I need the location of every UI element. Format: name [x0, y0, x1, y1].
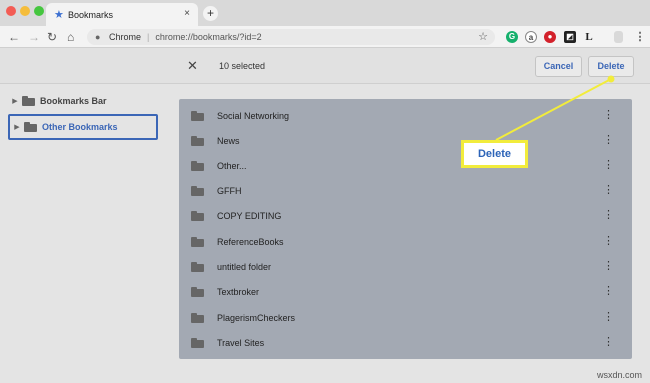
- list-item-name: ReferenceBooks: [217, 236, 284, 247]
- more-icon[interactable]: ⋮: [603, 259, 614, 273]
- home-button[interactable]: ⌂: [67, 30, 74, 44]
- selection-bar: ✕ 10 selected Cancel Delete: [0, 48, 650, 84]
- list-item[interactable]: News ⋮: [179, 128, 632, 153]
- list-item[interactable]: Travel Sites ⋮: [179, 330, 632, 355]
- forward-button[interactable]: →: [28, 30, 40, 44]
- folder-icon: [191, 160, 204, 171]
- more-icon[interactable]: ⋮: [603, 335, 614, 349]
- folder-icon: [191, 337, 204, 348]
- folder-icon: [191, 261, 204, 272]
- more-icon[interactable]: ⋮: [603, 284, 614, 298]
- list-item-name: untitled folder: [217, 261, 272, 272]
- list-item[interactable]: Other... ⋮: [179, 153, 632, 178]
- folder-icon: [191, 286, 204, 297]
- l-extension-icon[interactable]: L: [583, 31, 595, 43]
- close-window-button[interactable]: [6, 6, 16, 16]
- list-item-name: Social Networking: [217, 110, 290, 121]
- dark-extension-icon[interactable]: ◩: [564, 31, 576, 43]
- browser-toolbar: ← → ↻ ⌂ ● Chrome | chrome://bookmarks/?i…: [0, 26, 650, 48]
- sidebar-item-other-bookmarks[interactable]: ▶ Other Bookmarks: [8, 114, 158, 140]
- sidebar-item-label: Bookmarks Bar: [40, 96, 107, 106]
- list-item[interactable]: Textbroker ⋮: [179, 279, 632, 304]
- star-icon: ★: [54, 9, 64, 21]
- address-bar[interactable]: ● Chrome | chrome://bookmarks/?id=2 ☆: [87, 29, 495, 45]
- list-item-name: News: [217, 135, 240, 146]
- address-origin: Chrome: [109, 32, 142, 42]
- info-icon[interactable]: ●: [95, 32, 109, 42]
- clear-selection-icon[interactable]: ✕: [187, 58, 198, 74]
- folder-icon: [22, 96, 35, 106]
- list-item[interactable]: GFFH ⋮: [179, 178, 632, 203]
- list-item[interactable]: untitled folder ⋮: [179, 254, 632, 279]
- more-icon[interactable]: ⋮: [603, 108, 614, 122]
- more-icon[interactable]: ⋮: [603, 133, 614, 147]
- list-item-name: COPY EDITING: [217, 210, 282, 221]
- profile-icon[interactable]: [614, 31, 623, 43]
- address-url: chrome://bookmarks/?id=2: [155, 32, 262, 42]
- expand-arrow-icon[interactable]: ▶: [10, 123, 24, 131]
- more-icon[interactable]: ⋮: [603, 208, 614, 222]
- sidebar-item-bookmarks-bar[interactable]: ▶ Bookmarks Bar: [8, 88, 158, 114]
- folder-icon: [191, 135, 204, 146]
- more-icon[interactable]: ⋮: [603, 183, 614, 197]
- record-extension-icon[interactable]: ●: [544, 31, 556, 43]
- list-item[interactable]: COPY EDITING ⋮: [179, 203, 632, 228]
- delete-callout: Delete: [461, 140, 528, 168]
- selection-count: 10 selected: [219, 61, 266, 71]
- folder-icon: [191, 210, 204, 221]
- delete-button[interactable]: Delete: [588, 56, 634, 77]
- bookmark-list: Social Networking ⋮ News ⋮ Other... ⋮ GF…: [179, 99, 632, 359]
- list-item-name: PlagerismCheckers: [217, 312, 296, 323]
- folder-icon: [191, 312, 204, 323]
- grammarly-extension-icon[interactable]: G: [506, 31, 518, 43]
- more-icon[interactable]: ⋮: [603, 310, 614, 324]
- folder-icon: [24, 122, 37, 132]
- tab-title: Bookmarks: [68, 9, 114, 20]
- list-item[interactable]: PlagerismCheckers ⋮: [179, 305, 632, 330]
- reload-button[interactable]: ↻: [47, 30, 57, 44]
- menu-icon[interactable]: ⋮: [634, 31, 646, 43]
- cancel-button[interactable]: Cancel: [535, 56, 582, 77]
- folder-icon: [191, 110, 204, 121]
- amazon-extension-icon[interactable]: a: [525, 31, 537, 43]
- list-item-name: Other...: [217, 160, 247, 171]
- list-item-name: Textbroker: [217, 286, 260, 297]
- address-separator: |: [147, 32, 150, 42]
- list-item[interactable]: ReferenceBooks ⋮: [179, 229, 632, 254]
- list-item[interactable]: Social Networking ⋮: [179, 103, 632, 128]
- new-tab-button[interactable]: +: [203, 6, 218, 21]
- expand-arrow-icon[interactable]: ▶: [8, 97, 22, 105]
- minimize-window-button[interactable]: [20, 6, 30, 16]
- back-button[interactable]: ←: [8, 30, 20, 44]
- tab-close-icon[interactable]: ×: [184, 8, 190, 19]
- tab-strip: ★ Bookmarks × +: [0, 0, 650, 26]
- watermark: wsxdn.com: [596, 370, 642, 380]
- list-item-name: Travel Sites: [217, 337, 265, 348]
- sidebar-item-label: Other Bookmarks: [42, 122, 118, 132]
- maximize-window-button[interactable]: [34, 6, 44, 16]
- folder-icon: [191, 185, 204, 196]
- more-icon[interactable]: ⋮: [603, 158, 614, 172]
- list-item-name: GFFH: [217, 185, 242, 196]
- bookmark-star-icon[interactable]: ☆: [478, 30, 488, 43]
- tab-bookmarks[interactable]: ★ Bookmarks ×: [46, 3, 198, 26]
- more-icon[interactable]: ⋮: [603, 234, 614, 248]
- folder-icon: [191, 236, 204, 247]
